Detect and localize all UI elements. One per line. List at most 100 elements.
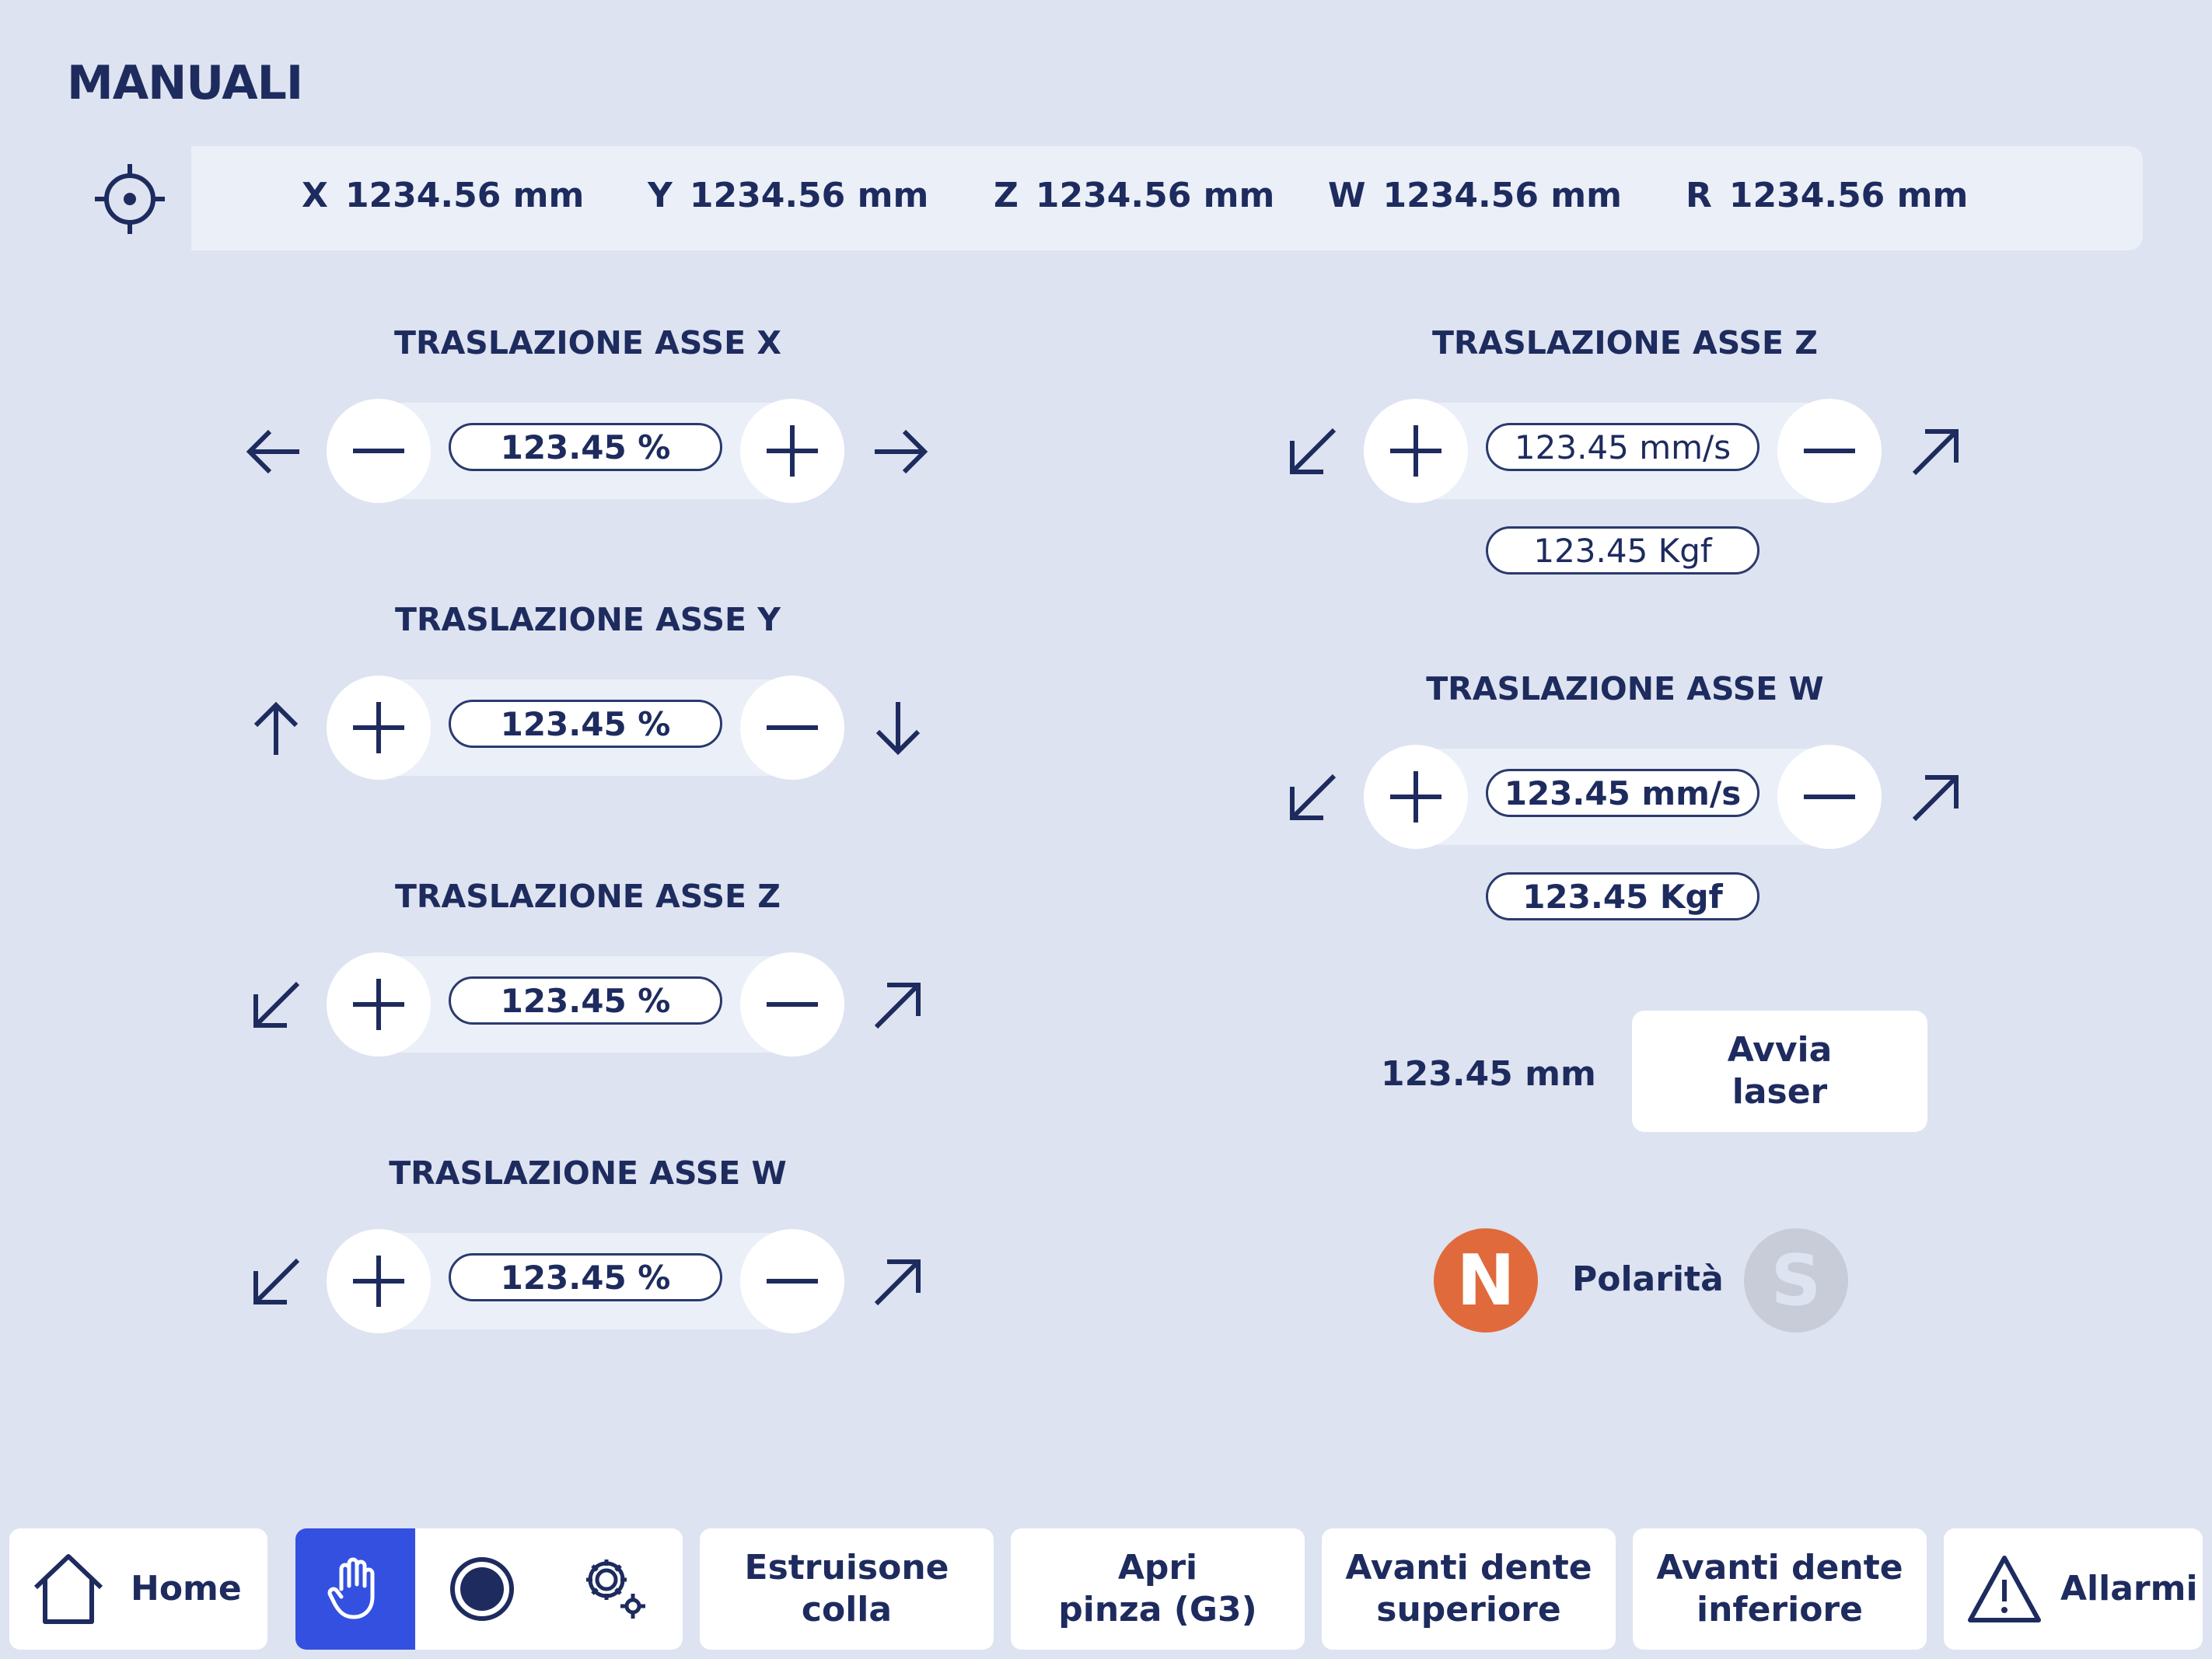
axis-w-speed-value: 123.45 mm/s — [1486, 769, 1759, 817]
axis-z-value: 123.45 % — [449, 976, 722, 1025]
nav-home-button[interactable]: Home — [9, 1528, 267, 1650]
minus-icon — [1804, 449, 1855, 453]
nav-upper-tooth-label-2: superiore — [1376, 1590, 1561, 1629]
coord-axis-label: Y — [648, 176, 673, 215]
axis-z-plus-button[interactable] — [327, 952, 431, 1057]
nav-lower-tooth-label-1: Avanti dente — [1656, 1548, 1903, 1587]
plus-icon — [1390, 771, 1441, 823]
arrow-up-right-icon[interactable] — [867, 974, 929, 1036]
nav-glue-extrusion-label-1: Estruisone — [744, 1548, 949, 1587]
plus-icon — [353, 1256, 404, 1307]
axis-x-minus-button[interactable] — [327, 399, 431, 503]
manual-hand-icon — [327, 1557, 375, 1619]
nav-alarms-label: Allarmi — [2060, 1569, 2198, 1608]
axis-y-plus-button[interactable] — [327, 676, 431, 780]
arrow-down-icon[interactable] — [867, 697, 929, 760]
axis-z-minus-button[interactable] — [740, 952, 844, 1057]
axis-w-value: 123.45 % — [449, 1253, 722, 1301]
minus-icon — [767, 1279, 818, 1284]
axis-w-minus-button[interactable] — [740, 1229, 844, 1333]
arrow-up-right-icon[interactable] — [1905, 767, 1967, 829]
coord-w: W 1234.56 mm — [1328, 176, 1622, 215]
coord-value: 1234.56 mm — [344, 176, 585, 215]
coord-axis-label: X — [302, 176, 328, 215]
arrow-left-icon[interactable] — [243, 421, 306, 483]
coord-value: 1234.56 mm — [1728, 176, 1969, 215]
nav-settings-tab[interactable] — [549, 1528, 683, 1650]
home-icon — [33, 1554, 103, 1624]
crosshair-icon — [95, 164, 165, 234]
minus-icon — [767, 1002, 818, 1007]
coord-axis-label: W — [1328, 176, 1366, 215]
coord-y: Y 1234.56 mm — [648, 176, 928, 215]
nav-upper-tooth-button[interactable]: Avanti dente superiore — [1322, 1528, 1616, 1650]
axis-x-value: 123.45 % — [449, 423, 722, 471]
section-title-x: TRASLAZIONE ASSE X — [394, 324, 781, 361]
nav-lower-tooth-label-2: inferiore — [1697, 1590, 1863, 1629]
plus-icon — [1390, 425, 1441, 477]
warning-icon — [1968, 1556, 2041, 1622]
nav-glue-extrusion-button[interactable]: Estruisone colla — [700, 1528, 994, 1650]
coord-value: 1234.56 mm — [1035, 176, 1275, 215]
coord-r: R 1234.56 mm — [1686, 176, 1968, 215]
coord-value: 1234.56 mm — [689, 176, 929, 215]
axis-w-force-plus-button[interactable] — [1364, 745, 1468, 849]
polarity-north-button[interactable]: N — [1434, 1228, 1538, 1332]
nav-home-label: Home — [131, 1569, 242, 1608]
coord-z: Z 1234.56 mm — [994, 176, 1274, 215]
crosshair-icon-box — [68, 146, 191, 250]
start-laser-label-2: laser — [1732, 1072, 1828, 1112]
nav-lower-tooth-button[interactable]: Avanti dente inferiore — [1633, 1528, 1927, 1650]
arrow-up-right-icon[interactable] — [1905, 421, 1967, 483]
page-title: MANUALI — [67, 56, 303, 110]
coord-axis-label: R — [1686, 176, 1712, 215]
axis-x-plus-button[interactable] — [740, 399, 844, 503]
axis-z-force-value: 123.45 Kgf — [1486, 526, 1759, 575]
axis-z-speed-value: 123.45 mm/s — [1486, 423, 1759, 471]
nav-auto-tab[interactable] — [415, 1528, 549, 1650]
start-laser-button[interactable]: Avvia laser — [1632, 1011, 1927, 1132]
gears-icon — [586, 1559, 645, 1619]
minus-icon — [353, 449, 404, 453]
coord-x: X 1234.56 mm — [302, 176, 584, 215]
start-laser-label-1: Avvia — [1727, 1030, 1833, 1070]
arrow-down-left-icon[interactable] — [1281, 421, 1344, 483]
section-title-z-force: TRASLAZIONE ASSE Z — [1431, 324, 1819, 361]
axis-z-force-plus-button[interactable] — [1364, 399, 1468, 503]
section-title-w: TRASLAZIONE ASSE W — [389, 1154, 787, 1192]
minus-icon — [767, 725, 818, 730]
section-title-y: TRASLAZIONE ASSE Y — [394, 601, 781, 638]
nav-alarms-button[interactable]: Allarmi — [1944, 1528, 2203, 1650]
plus-icon — [353, 979, 404, 1030]
arrow-down-left-icon[interactable] — [1281, 767, 1344, 829]
axis-y-value: 123.45 % — [449, 700, 722, 748]
section-title-z: TRASLAZIONE ASSE Z — [394, 878, 781, 915]
nav-open-gripper-button[interactable]: Apri pinza (G3) — [1011, 1528, 1305, 1650]
axis-w-force-value: 123.45 Kgf — [1486, 872, 1759, 920]
laser-distance-value: 123.45 mm — [1381, 1054, 1596, 1094]
nav-mode-group — [295, 1528, 683, 1650]
arrow-up-right-icon[interactable] — [867, 1251, 929, 1313]
nav-upper-tooth-label-1: Avanti dente — [1345, 1548, 1592, 1587]
record-icon — [450, 1557, 514, 1621]
axis-w-force-minus-button[interactable] — [1777, 745, 1882, 849]
nav-open-gripper-label-2: pinza (G3) — [1058, 1590, 1257, 1629]
axis-y-minus-button[interactable] — [740, 676, 844, 780]
position-bar: X 1234.56 mm Y 1234.56 mm Z 1234.56 mm W 123… — [68, 146, 2143, 250]
axis-w-plus-button[interactable] — [327, 1229, 431, 1333]
arrow-down-left-icon[interactable] — [245, 974, 307, 1036]
nav-manual-tab[interactable] — [295, 1528, 415, 1650]
minus-icon — [1804, 795, 1855, 799]
arrow-up-icon[interactable] — [245, 697, 307, 760]
nav-glue-extrusion-label-2: colla — [801, 1590, 893, 1629]
polarity-label: Polarità — [1572, 1259, 1724, 1299]
polarity-south-button[interactable]: S — [1744, 1228, 1848, 1332]
plus-icon — [767, 425, 818, 477]
arrow-right-icon[interactable] — [868, 421, 931, 483]
nav-open-gripper-label-1: Apri — [1117, 1548, 1198, 1587]
axis-z-force-minus-button[interactable] — [1777, 399, 1882, 503]
coord-value: 1234.56 mm — [1382, 176, 1622, 215]
coord-axis-label: Z — [994, 176, 1019, 215]
arrow-down-left-icon[interactable] — [245, 1251, 307, 1313]
section-title-w-force: TRASLAZIONE ASSE W — [1426, 670, 1824, 707]
